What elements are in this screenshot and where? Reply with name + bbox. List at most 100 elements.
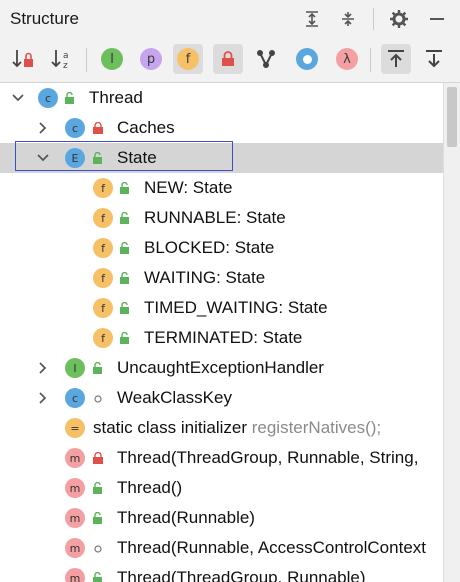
tree-row-label: RUNNABLE: State bbox=[144, 208, 286, 227]
public-lock-icon bbox=[93, 362, 102, 374]
public-lock-icon bbox=[120, 212, 129, 224]
tree-row-label: State bbox=[117, 148, 157, 167]
tree-row-enum-constant[interactable]: f BLOCKED: State bbox=[0, 233, 443, 263]
inherited-glyph: I bbox=[101, 48, 123, 70]
public-lock-icon bbox=[120, 332, 129, 344]
tree-row-label: WeakClassKey bbox=[117, 388, 232, 407]
tree-row-label: Thread(Runnable) bbox=[117, 508, 255, 527]
structure-titlebar: Structure bbox=[0, 0, 460, 38]
tree-row-constructor[interactable]: m Thread(ThreadGroup, Runnable, String, bbox=[0, 443, 443, 473]
toolbar-divider-2 bbox=[370, 48, 371, 72]
scrollbar-thumb[interactable] bbox=[447, 87, 457, 147]
show-inherited-icon[interactable]: I bbox=[97, 44, 127, 74]
panel-title: Structure bbox=[10, 9, 79, 28]
tree-row-label: UncaughtExceptionHandler bbox=[117, 358, 324, 377]
package-private-icon bbox=[94, 545, 102, 553]
tree-row-caches[interactable]: c Caches bbox=[0, 113, 443, 143]
tree-row-constructor[interactable]: m Thread(ThreadGroup, Runnable) bbox=[0, 563, 443, 582]
gear-icon[interactable] bbox=[386, 6, 412, 32]
tree-row-enum-constant[interactable]: f NEW: State bbox=[0, 173, 443, 203]
tree-row-label: Thread() bbox=[117, 478, 183, 497]
tree-row-label: NEW: State bbox=[144, 178, 233, 197]
tree-row-enum-constant[interactable]: f RUNNABLE: State bbox=[0, 203, 443, 233]
tree-row-label: BLOCKED: State bbox=[144, 238, 275, 257]
tree-row-state[interactable]: E State bbox=[0, 143, 443, 173]
public-lock-icon bbox=[93, 572, 102, 582]
chevron-right-icon[interactable] bbox=[36, 361, 50, 375]
method-icon: m bbox=[65, 538, 85, 558]
initializer-label: static class initializer bbox=[93, 418, 247, 437]
toolbar-divider bbox=[86, 48, 87, 72]
public-lock-icon bbox=[93, 152, 102, 164]
autoscroll-from-source-icon[interactable] bbox=[419, 44, 449, 74]
public-lock-icon bbox=[120, 182, 129, 194]
show-non-public-icon[interactable] bbox=[213, 44, 243, 74]
public-lock-icon bbox=[120, 242, 129, 254]
structure-toolbar: az I p f λ bbox=[0, 38, 460, 83]
class-icon: c bbox=[38, 88, 58, 108]
class-icon: c bbox=[65, 118, 85, 138]
method-icon: m bbox=[65, 478, 85, 498]
svg-text:a: a bbox=[63, 51, 69, 61]
autoscroll-to-source-icon[interactable] bbox=[381, 44, 411, 74]
public-lock-icon bbox=[93, 482, 102, 494]
tree-row-label: WAITING: State bbox=[144, 268, 266, 287]
tree-row-constructor[interactable]: m Thread(Runnable, AccessControlContext bbox=[0, 533, 443, 563]
tree-row-constructor[interactable]: m Thread(Runnable) bbox=[0, 503, 443, 533]
tree-row-label: Thread bbox=[89, 88, 143, 107]
tree-row-label: TIMED_WAITING: State bbox=[144, 298, 328, 317]
class-icon: c bbox=[65, 388, 85, 408]
tree-row-weak-class-key[interactable]: c WeakClassKey bbox=[0, 383, 443, 413]
public-lock-icon bbox=[120, 272, 129, 284]
show-fields-icon[interactable]: f bbox=[173, 44, 203, 74]
public-lock-icon bbox=[65, 92, 74, 104]
sort-alphabetically-icon[interactable]: az bbox=[47, 44, 77, 74]
tree-row-label: Thread(ThreadGroup, Runnable, String, bbox=[117, 448, 419, 467]
chevron-right-icon[interactable] bbox=[36, 121, 50, 135]
tree-row-static-initializer[interactable]: = static class initializer registerNativ… bbox=[0, 413, 443, 443]
tree-row-label: Thread(ThreadGroup, Runnable) bbox=[117, 568, 366, 582]
minimize-icon[interactable] bbox=[424, 6, 450, 32]
chevron-right-icon[interactable] bbox=[36, 391, 50, 405]
tree-row-label: Thread(Runnable, AccessControlContext bbox=[117, 538, 426, 557]
show-anonymous-icon[interactable] bbox=[292, 44, 322, 74]
tree-row-enum-constant[interactable]: f TIMED_WAITING: State bbox=[0, 293, 443, 323]
private-lock-icon bbox=[93, 452, 103, 464]
method-icon: m bbox=[65, 568, 85, 582]
tree-row-thread[interactable]: c Thread bbox=[0, 83, 443, 113]
package-private-icon bbox=[94, 395, 102, 403]
expand-all-icon[interactable] bbox=[299, 6, 325, 32]
method-icon: m bbox=[65, 508, 85, 528]
svg-text:z: z bbox=[63, 61, 68, 70]
tree-row-label: static class initializer registerNatives… bbox=[93, 418, 381, 438]
field-icon: f bbox=[93, 298, 113, 318]
chevron-down-icon[interactable] bbox=[36, 151, 50, 165]
field-icon: f bbox=[93, 328, 113, 348]
private-lock-icon bbox=[93, 122, 103, 134]
tree-row-uncaught-exception-handler[interactable]: I UncaughtExceptionHandler bbox=[0, 353, 443, 383]
field-glyph: f bbox=[177, 48, 199, 70]
initializer-hint: registerNatives(); bbox=[251, 418, 382, 437]
tree-row-enum-constant[interactable]: f TERMINATED: State bbox=[0, 323, 443, 353]
public-lock-icon bbox=[120, 302, 129, 314]
tree-row-enum-constant[interactable]: f WAITING: State bbox=[0, 263, 443, 293]
initializer-icon: = bbox=[65, 418, 85, 438]
chevron-down-icon[interactable] bbox=[11, 91, 25, 105]
interface-icon: I bbox=[65, 358, 85, 378]
collapse-all-icon[interactable] bbox=[335, 6, 361, 32]
field-icon: f bbox=[93, 238, 113, 258]
vertical-scrollbar[interactable] bbox=[443, 83, 460, 582]
field-icon: f bbox=[93, 178, 113, 198]
property-glyph: p bbox=[140, 48, 162, 70]
group-tree-icon[interactable] bbox=[251, 44, 281, 74]
show-lambdas-icon[interactable]: λ bbox=[332, 44, 362, 74]
sort-by-visibility-icon[interactable] bbox=[8, 44, 38, 74]
enum-icon: E bbox=[65, 148, 85, 168]
show-properties-icon[interactable]: p bbox=[136, 44, 166, 74]
public-lock-icon bbox=[93, 512, 102, 524]
structure-tree[interactable]: c Thread c Caches E State f NEW: State f… bbox=[0, 83, 460, 582]
tree-row-constructor[interactable]: m Thread() bbox=[0, 473, 443, 503]
field-icon: f bbox=[93, 268, 113, 288]
titlebar-divider bbox=[373, 8, 374, 30]
method-icon: m bbox=[65, 448, 85, 468]
